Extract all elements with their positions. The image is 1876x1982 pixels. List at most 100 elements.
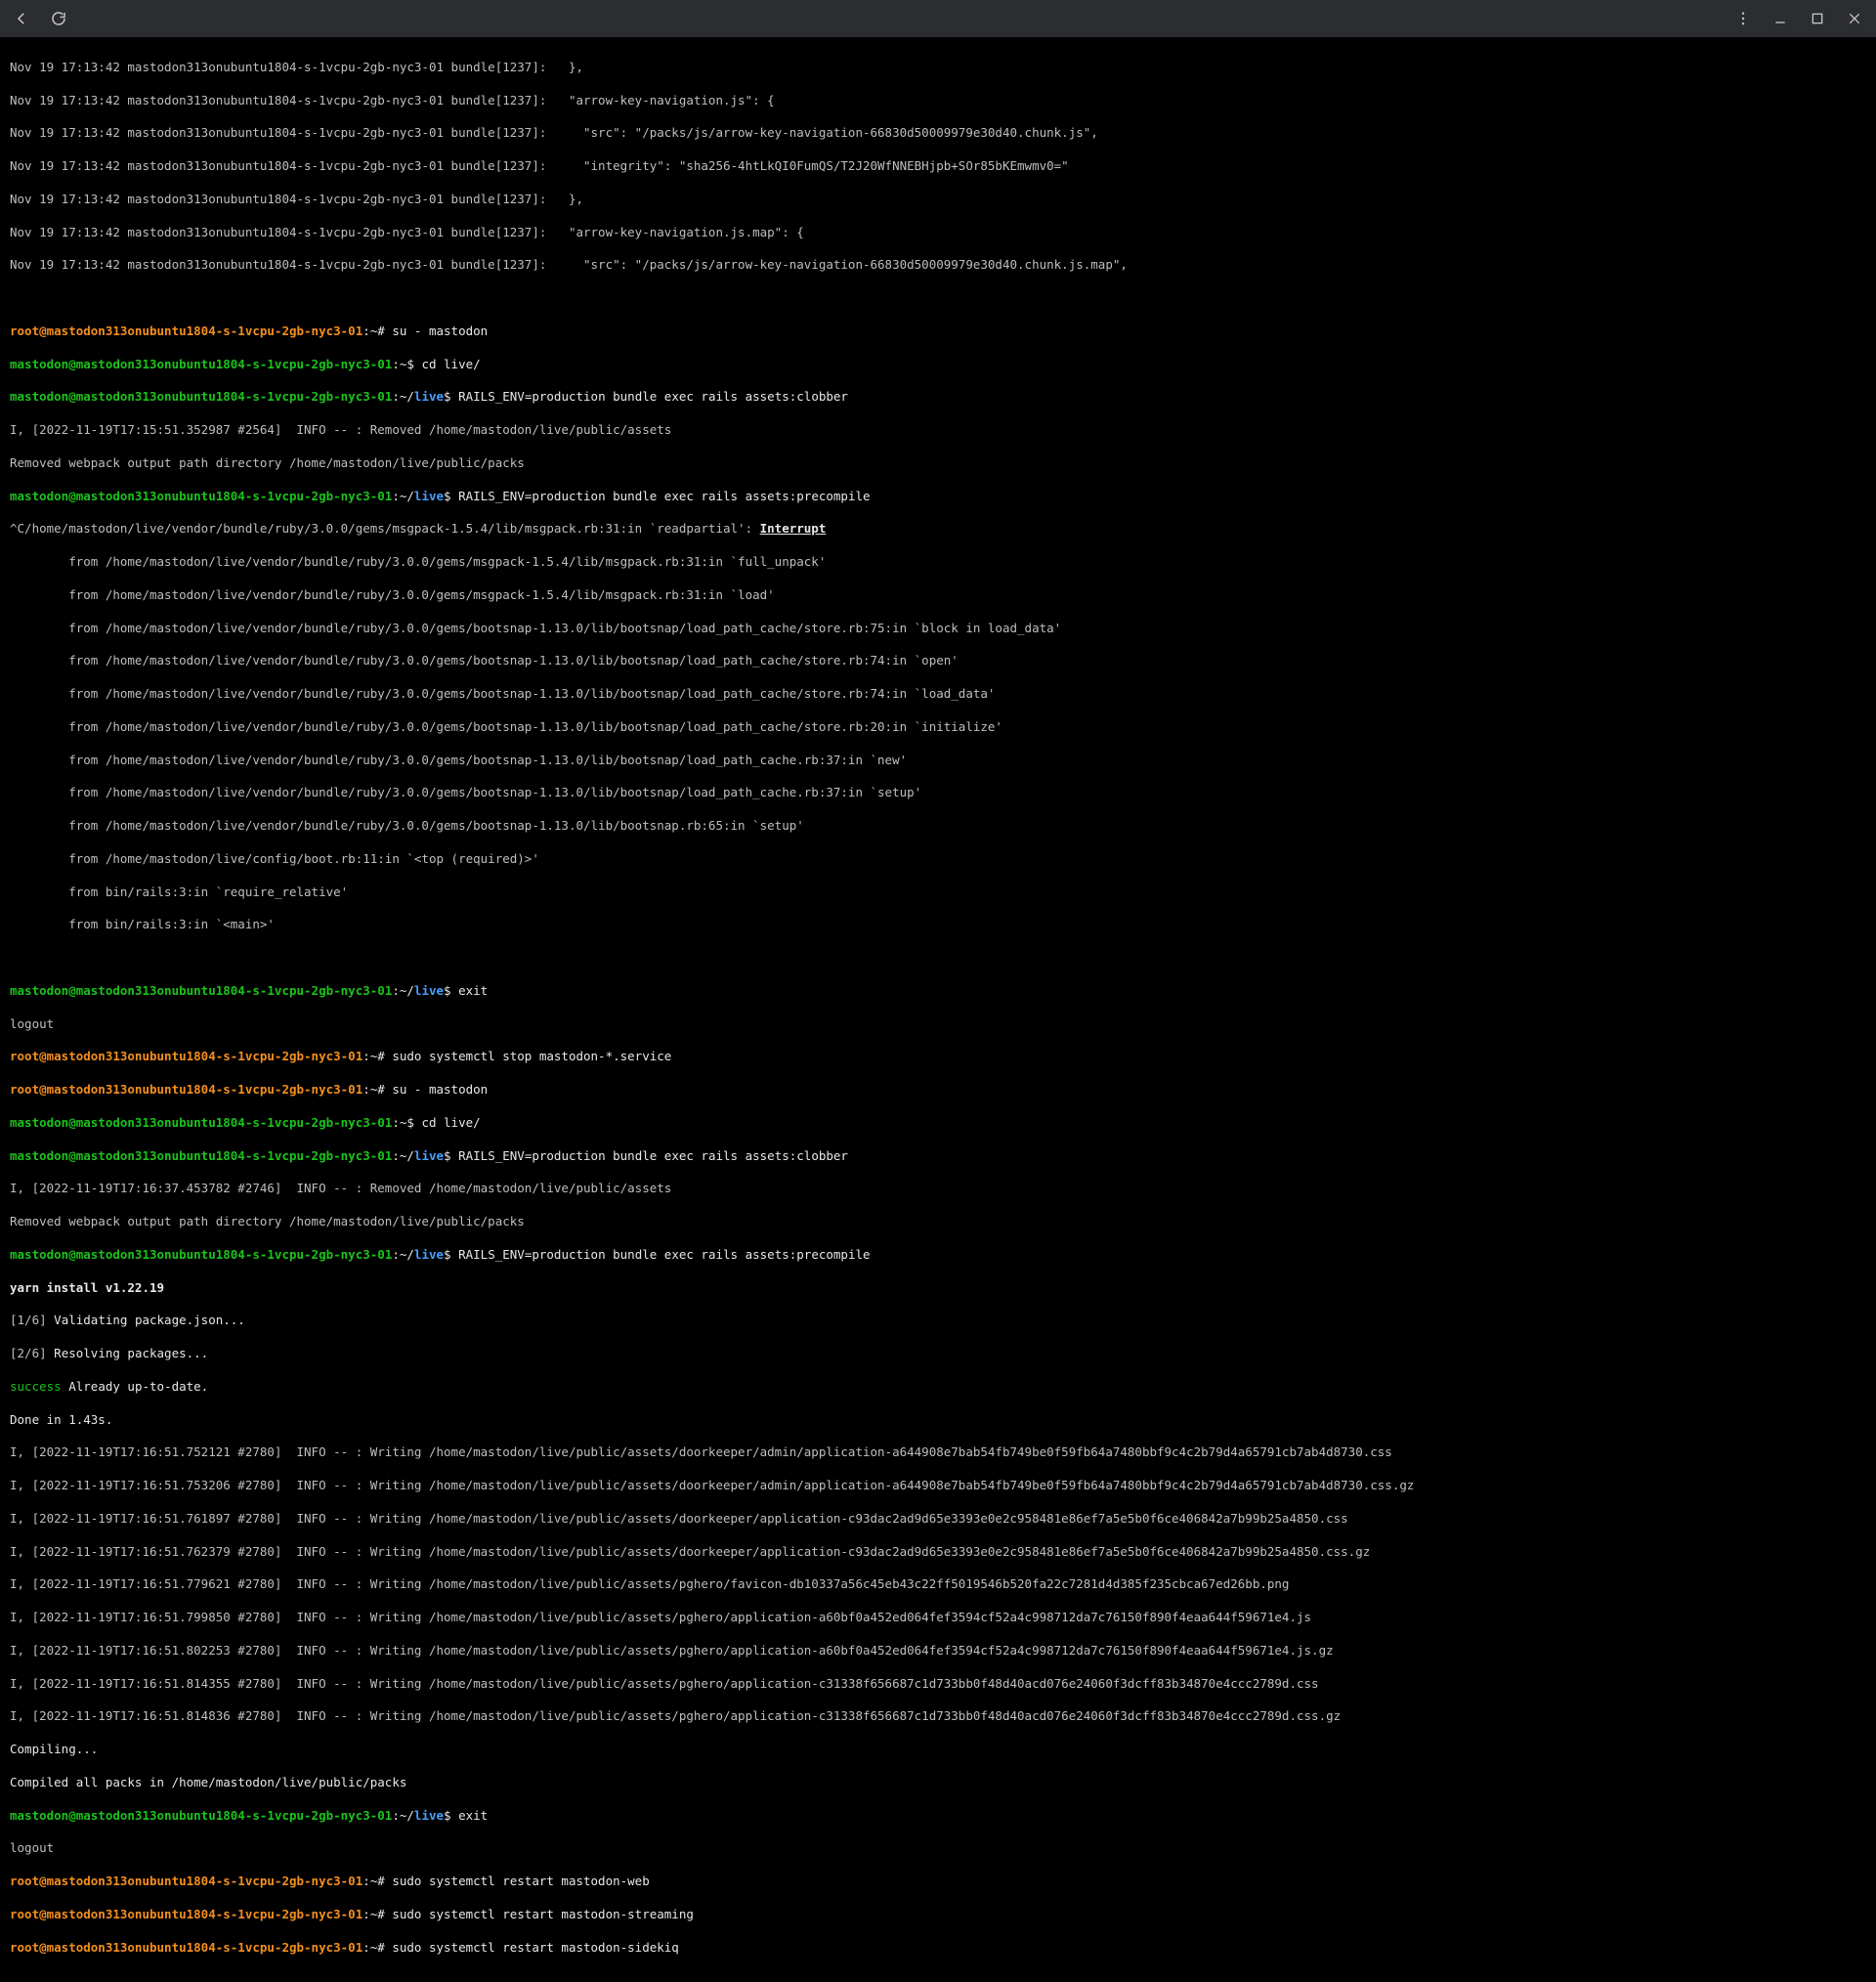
command-text: sudo systemctl restart mastodon-web: [385, 1874, 650, 1888]
prompt-sigil: $: [444, 1148, 451, 1163]
prompt-user: root@mastodon313onubuntu1804-s-1vcpu-2gb…: [10, 1082, 362, 1097]
log-line: [10, 290, 1866, 307]
prompt-path: :~#: [362, 1049, 385, 1063]
log-line: [1/6] Validating package.json...: [10, 1313, 1866, 1329]
prompt-user: mastodon@mastodon313onubuntu1804-s-1vcpu…: [10, 357, 392, 371]
log-line: I, [2022-11-19T17:16:51.799850 #2780] IN…: [10, 1610, 1866, 1626]
close-icon: [1847, 11, 1862, 26]
prompt-line: mastodon@mastodon313onubuntu1804-s-1vcpu…: [10, 1148, 1866, 1165]
step-number: [2/6]: [10, 1346, 47, 1360]
prompt-user: mastodon@mastodon313onubuntu1804-s-1vcpu…: [10, 1247, 392, 1262]
log-line: Nov 19 17:13:42 mastodon313onubuntu1804-…: [10, 257, 1866, 274]
stacktrace-line: from /home/mastodon/live/vendor/bundle/r…: [10, 587, 1866, 604]
prompt-path: :~#: [362, 1082, 385, 1097]
log-line: logout: [10, 1016, 1866, 1033]
stacktrace-line: from bin/rails:3:in `require_relative': [10, 884, 1866, 901]
interrupt-label: Interrupt: [760, 521, 827, 536]
minimize-icon: [1772, 11, 1788, 26]
prompt-user: mastodon@mastodon313onubuntu1804-s-1vcpu…: [10, 389, 392, 404]
stacktrace-line: from /home/mastodon/live/vendor/bundle/r…: [10, 554, 1866, 571]
trace-text: ^C/home/mastodon/live/vendor/bundle/ruby…: [10, 521, 760, 536]
stacktrace-line: from bin/rails:3:in `<main>': [10, 917, 1866, 933]
log-line: Compiling...: [10, 1742, 1866, 1758]
back-button[interactable]: [10, 7, 33, 30]
command-text: RAILS_ENV=production bundle exec rails a…: [451, 489, 871, 503]
command-text: RAILS_ENV=production bundle exec rails a…: [451, 1148, 848, 1163]
terminal-output[interactable]: Nov 19 17:13:42 mastodon313onubuntu1804-…: [0, 37, 1876, 1982]
log-line: [2/6] Resolving packages...: [10, 1346, 1866, 1362]
log-line: Nov 19 17:13:42 mastodon313onubuntu1804-…: [10, 192, 1866, 208]
reload-icon: [50, 10, 67, 27]
prompt-path: :~/: [392, 1148, 414, 1163]
prompt-dir: live: [414, 389, 444, 404]
prompt-dir: live: [414, 1247, 444, 1262]
command-text: cd live/: [414, 357, 481, 371]
step-text: Resolving packages...: [47, 1346, 209, 1360]
prompt-path: :~#: [362, 323, 385, 338]
prompt-user: root@mastodon313onubuntu1804-s-1vcpu-2gb…: [10, 1874, 362, 1888]
prompt-user: root@mastodon313onubuntu1804-s-1vcpu-2gb…: [10, 1907, 362, 1921]
command-text: RAILS_ENV=production bundle exec rails a…: [451, 1247, 871, 1262]
command-text: sudo systemctl restart mastodon-sidekiq: [385, 1940, 679, 1955]
prompt-sigil: $: [444, 389, 451, 404]
log-line: I, [2022-11-19T17:16:51.762379 #2780] IN…: [10, 1544, 1866, 1561]
prompt-user: mastodon@mastodon313onubuntu1804-s-1vcpu…: [10, 1115, 392, 1130]
prompt-path: :~/: [392, 489, 414, 503]
log-line: yarn install v1.22.19: [10, 1280, 1866, 1297]
stacktrace-line: from /home/mastodon/live/config/boot.rb:…: [10, 851, 1866, 868]
log-line: Nov 19 17:13:42 mastodon313onubuntu1804-…: [10, 125, 1866, 142]
log-line: success Already up-to-date.: [10, 1379, 1866, 1396]
stacktrace-line: ^C/home/mastodon/live/vendor/bundle/ruby…: [10, 521, 1866, 538]
minimize-button[interactable]: [1769, 7, 1792, 30]
log-line: I, [2022-11-19T17:16:51.814355 #2780] IN…: [10, 1676, 1866, 1693]
prompt-dir: live: [414, 489, 444, 503]
log-line: I, [2022-11-19T17:16:37.453782 #2746] IN…: [10, 1181, 1866, 1197]
log-line: I, [2022-11-19T17:16:51.802253 #2780] IN…: [10, 1643, 1866, 1659]
prompt-line: mastodon@mastodon313onubuntu1804-s-1vcpu…: [10, 983, 1866, 1000]
menu-button[interactable]: [1731, 7, 1755, 30]
prompt-path: :~#: [362, 1907, 385, 1921]
prompt-line: root@mastodon313onubuntu1804-s-1vcpu-2gb…: [10, 323, 1866, 340]
close-button[interactable]: [1843, 7, 1866, 30]
prompt-line: root@mastodon313onubuntu1804-s-1vcpu-2gb…: [10, 1082, 1866, 1099]
stacktrace-line: from /home/mastodon/live/vendor/bundle/r…: [10, 621, 1866, 637]
prompt-user: root@mastodon313onubuntu1804-s-1vcpu-2gb…: [10, 323, 362, 338]
maximize-button[interactable]: [1806, 7, 1829, 30]
command-text: su - mastodon: [385, 1082, 488, 1097]
stacktrace-line: from /home/mastodon/live/vendor/bundle/r…: [10, 818, 1866, 835]
step-text: Validating package.json...: [47, 1313, 245, 1327]
prompt-path: :~/: [392, 983, 414, 998]
log-line: Removed webpack output path directory /h…: [10, 1214, 1866, 1230]
log-line: Compiled all packs in /home/mastodon/liv…: [10, 1775, 1866, 1791]
prompt-user: mastodon@mastodon313onubuntu1804-s-1vcpu…: [10, 489, 392, 503]
prompt-user: mastodon@mastodon313onubuntu1804-s-1vcpu…: [10, 983, 392, 998]
prompt-line: mastodon@mastodon313onubuntu1804-s-1vcpu…: [10, 1247, 1866, 1264]
stacktrace-line: from /home/mastodon/live/vendor/bundle/r…: [10, 653, 1866, 669]
log-line: Nov 19 17:13:42 mastodon313onubuntu1804-…: [10, 60, 1866, 76]
prompt-user: root@mastodon313onubuntu1804-s-1vcpu-2gb…: [10, 1049, 362, 1063]
command-text: RAILS_ENV=production bundle exec rails a…: [451, 389, 848, 404]
prompt-path: :~$: [392, 1115, 414, 1130]
log-line: Nov 19 17:13:42 mastodon313onubuntu1804-…: [10, 93, 1866, 109]
prompt-line: root@mastodon313onubuntu1804-s-1vcpu-2gb…: [10, 1940, 1866, 1957]
command-text: exit: [451, 1808, 489, 1823]
prompt-path: :~/: [392, 1247, 414, 1262]
prompt-sigil: $: [444, 489, 451, 503]
command-text: su - mastodon: [385, 323, 488, 338]
titlebar-left: [10, 7, 70, 30]
prompt-path: :~$: [392, 357, 414, 371]
arrow-left-icon: [13, 10, 30, 27]
prompt-line: mastodon@mastodon313onubuntu1804-s-1vcpu…: [10, 1115, 1866, 1132]
prompt-dir: live: [414, 1148, 444, 1163]
step-number: [1/6]: [10, 1313, 47, 1327]
log-line: I, [2022-11-19T17:16:51.779621 #2780] IN…: [10, 1576, 1866, 1593]
log-line: Nov 19 17:13:42 mastodon313onubuntu1804-…: [10, 158, 1866, 175]
prompt-user: mastodon@mastodon313onubuntu1804-s-1vcpu…: [10, 1148, 392, 1163]
log-line: I, [2022-11-19T17:16:51.761897 #2780] IN…: [10, 1511, 1866, 1528]
command-text: exit: [451, 983, 489, 998]
log-line: Done in 1.43s.: [10, 1412, 1866, 1429]
reload-button[interactable]: [47, 7, 70, 30]
stacktrace-line: from /home/mastodon/live/vendor/bundle/r…: [10, 719, 1866, 736]
prompt-line: root@mastodon313onubuntu1804-s-1vcpu-2gb…: [10, 1874, 1866, 1890]
dots-vertical-icon: [1734, 10, 1752, 27]
